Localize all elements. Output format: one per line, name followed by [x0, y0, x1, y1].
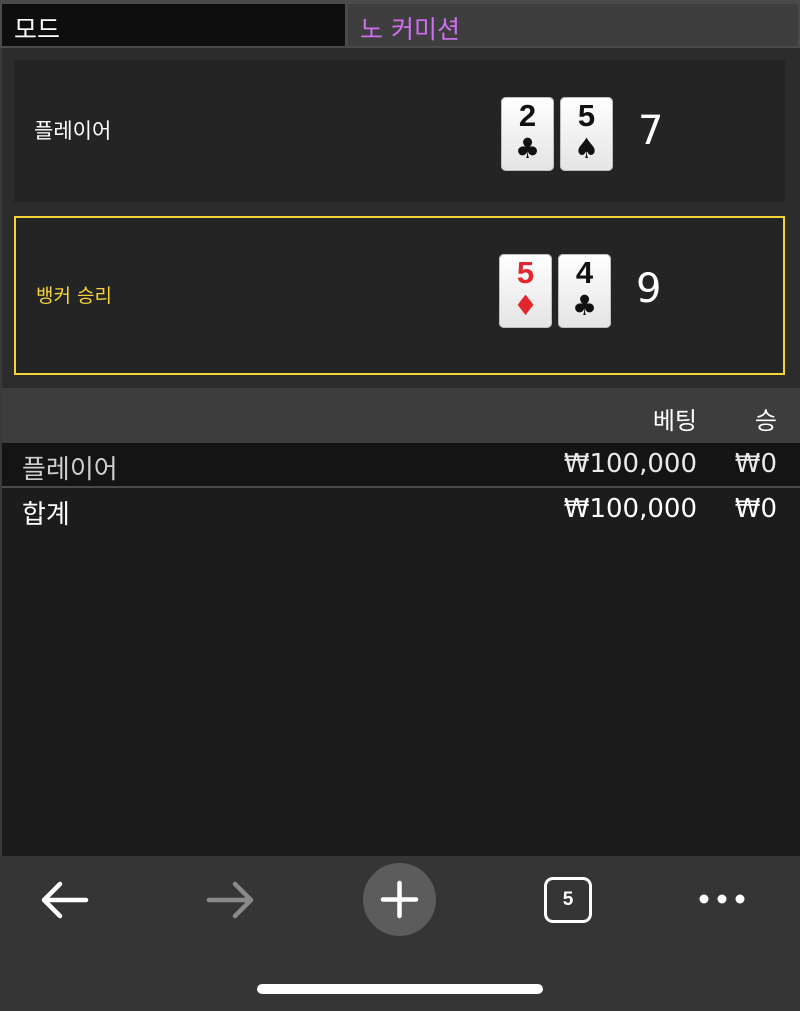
club-icon: ♣ [571, 289, 598, 322]
card-rank: 5 [516, 255, 535, 290]
new-tab-button[interactable] [363, 863, 436, 936]
banker-hand-label: 뱅커 승리 [36, 285, 112, 307]
more-icon[interactable] [696, 886, 748, 912]
tab-count: 5 [562, 889, 574, 910]
player-hand-label: 플레이어 [34, 119, 112, 143]
win-column-header: 승 [754, 407, 777, 435]
table-row: 플레이어 ₩100,000 ₩0 [0, 443, 800, 488]
mode-selector[interactable]: 노 커미션 [348, 4, 798, 46]
player-card-2: 5 ♠ [560, 97, 613, 171]
mode-label-cell: 모드 [2, 4, 345, 46]
row-win: ₩0 [734, 494, 777, 524]
row-bet: ₩100,000 [563, 494, 697, 524]
card-rank: 4 [575, 255, 594, 290]
spade-icon: ♠ [573, 132, 600, 165]
browser-toolbar: 5 [0, 856, 800, 1011]
hands-panel: 플레이어 2 ♣ 5 ♠ 7 뱅커 승리 5 ♦ 4 ♣ 9 [0, 48, 800, 388]
table-row-total: 합계 ₩100,000 ₩0 [0, 488, 800, 531]
club-icon: ♣ [514, 132, 541, 165]
banker-card-2: 4 ♣ [558, 254, 611, 328]
mode-row: 모드 노 커미션 [0, 0, 800, 48]
plus-icon [380, 880, 419, 919]
page: 모드 노 커미션 플레이어 2 ♣ 5 ♠ 7 뱅커 승리 5 ♦ 4 ♣ 9 … [0, 0, 800, 1011]
banker-card-1: 5 ♦ [499, 254, 552, 328]
forward-arrow-icon[interactable] [203, 876, 259, 924]
tabs-icon[interactable]: 5 [544, 877, 592, 923]
player-score: 7 [638, 108, 664, 154]
player-card-1: 2 ♣ [501, 97, 554, 171]
back-arrow-icon[interactable] [36, 876, 92, 924]
mode-value: 노 커미션 [360, 15, 460, 44]
mode-label: 모드 [14, 15, 61, 44]
home-indicator[interactable] [257, 984, 543, 994]
row-name: 플레이어 [22, 455, 118, 485]
card-rank: 5 [577, 98, 596, 133]
row-name: 합계 [22, 500, 70, 530]
row-bet: ₩100,000 [563, 449, 697, 479]
bet-column-header: 베팅 [652, 407, 697, 435]
banker-score: 9 [636, 266, 662, 312]
row-win: ₩0 [734, 449, 777, 479]
player-hand: 플레이어 2 ♣ 5 ♠ 7 [14, 60, 785, 202]
bet-table-header: 베팅 승 [0, 388, 800, 443]
diamond-icon: ♦ [512, 289, 539, 322]
screen-edge [0, 48, 2, 856]
banker-hand: 뱅커 승리 5 ♦ 4 ♣ 9 [14, 216, 785, 375]
card-rank: 2 [518, 98, 537, 133]
